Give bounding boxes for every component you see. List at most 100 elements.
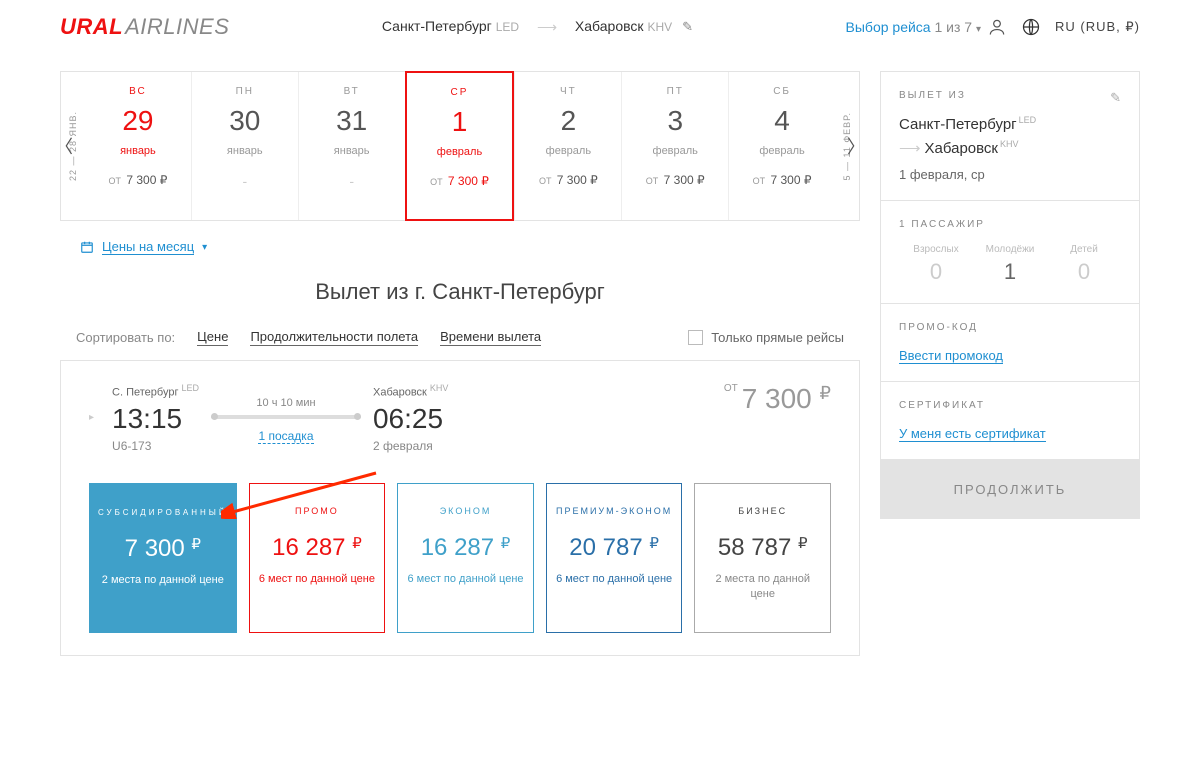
fare-econ[interactable]: Эконом16 287 ₽6 мест по данной цене <box>397 483 534 633</box>
fare-prem[interactable]: Премиум-Эконом 20 787 ₽ 6 мест по данной ц… <box>546 483 683 633</box>
arr-city: Хабаровск <box>373 387 427 399</box>
step-count: 1 из 7 <box>934 19 972 35</box>
date-price: от 7 300 ₽ <box>109 173 168 187</box>
fare-sub[interactable]: Субсидированный7 300 ₽2 места по данной … <box>89 483 237 633</box>
calendar-icon <box>80 240 94 254</box>
panel-pax: 1 Пассажир Взрослых0Молодёжи1Детей0 <box>880 201 1140 304</box>
price-value: 7 300 <box>742 383 812 414</box>
promo-link[interactable]: Ввести промокод <box>899 348 1003 364</box>
date-day: 30 <box>229 105 260 137</box>
panel-cert-title: Сертификат <box>899 400 1121 411</box>
fare-price: 7 300 ₽ <box>125 535 201 563</box>
date-day: 31 <box>336 105 367 137</box>
logo[interactable]: URALAIRLINES <box>60 14 229 40</box>
arrow-icon: ⟶ <box>537 19 557 36</box>
dep-code: LED <box>181 383 199 393</box>
side-from-code: LED <box>1019 115 1037 125</box>
dep-time: 13:15 <box>112 403 199 435</box>
date-price: от 7 300 ₽ <box>430 174 489 188</box>
month-prices-link[interactable]: Цены на месяц ▾ <box>80 239 860 255</box>
fare-biz[interactable]: Бизнес58 787 ₽2 места по данной цене <box>694 483 831 633</box>
pencil-icon[interactable]: ✎ <box>682 19 693 34</box>
direct-only-checkbox[interactable]: Только прямые рейсы <box>688 330 844 345</box>
user-icon[interactable] <box>987 17 1007 37</box>
chevron-right-icon: 〉 <box>847 133 865 159</box>
direct-only-label: Только прямые рейсы <box>711 330 844 345</box>
fare-note: 6 мест по данной цене <box>407 572 523 587</box>
duration-col: 10 ч 10 мин 1 посадка <box>211 383 361 443</box>
continue-button[interactable]: Продолжить <box>880 460 1140 519</box>
fare-name: Эконом <box>440 506 492 516</box>
chevron-left-icon: 〈 <box>55 133 73 159</box>
date-cell[interactable]: ЧТ2февральот 7 300 ₽ <box>514 72 621 220</box>
pax-count: 1 <box>973 259 1047 285</box>
date-cell[interactable]: СБ4февральот 7 300 ₽ <box>728 72 835 220</box>
date-day: 3 <box>667 105 683 137</box>
sort-label: Сортировать по: <box>76 330 175 345</box>
date-cell[interactable]: ВС29январьот 7 300 ₽ <box>85 72 191 220</box>
date-dow: ВТ <box>344 86 360 97</box>
panel-promo-title: Промо-код <box>899 322 1121 333</box>
departure-col: С. ПетербургLED 13:15 U6-173 <box>112 383 199 453</box>
sort-time[interactable]: Времени вылета <box>440 329 541 346</box>
globe-icon[interactable] <box>1021 17 1041 37</box>
fare-price: 20 787 ₽ <box>569 534 659 562</box>
date-day: 4 <box>774 105 790 137</box>
route-to-code: KHV <box>648 20 673 34</box>
side-to: Хабаровск <box>925 140 998 157</box>
arr-code: KHV <box>430 383 449 393</box>
pax-label: Детей <box>1047 244 1121 255</box>
date-carousel: 22 — 28 янв. 〈 ВС29январьот 7 300 ₽ПН30я… <box>60 71 860 221</box>
date-month: февраль <box>653 145 698 157</box>
date-dow: ВС <box>129 86 147 97</box>
arrow-icon: ⟶ <box>899 139 921 157</box>
header: URALAIRLINES Санкт-Петербург LED ⟶ Хабаро… <box>0 0 1200 55</box>
date-month: январь <box>227 145 263 157</box>
stops-link[interactable]: 1 посадка <box>258 429 313 444</box>
arrival-col: ХабаровскKHV 06:25 2 февраля <box>373 383 448 453</box>
fare-note: 6 мест по данной цене <box>259 572 375 587</box>
panel-promo: Промо-код Ввести промокод <box>880 304 1140 382</box>
date-no-price: - <box>349 173 354 189</box>
panel-route: ✎ Вылет из Санкт-ПетербургLED ⟶Хабаровск… <box>880 71 1140 201</box>
header-route: Санкт-Петербург LED ⟶ Хабаровск KHV ✎ <box>229 18 845 36</box>
route-to: Хабаровск <box>575 18 644 34</box>
date-dow: СР <box>451 87 469 98</box>
date-month: февраль <box>759 145 804 157</box>
price-prefix: от <box>724 383 738 394</box>
dates-prev[interactable]: 22 — 28 янв. 〈 <box>61 72 85 220</box>
chevron-down-icon: ▾ <box>976 24 981 35</box>
locale-label[interactable]: RU (RUB, ₽) <box>1055 19 1140 35</box>
date-month: февраль <box>546 145 591 157</box>
fare-options: Субсидированный7 300 ₽2 места по данной … <box>89 483 831 633</box>
date-cell[interactable]: ВТ31январь- <box>298 72 405 220</box>
cert-link[interactable]: У меня есть сертификат <box>899 426 1046 442</box>
pax-label: Молодёжи <box>973 244 1047 255</box>
flight-price: от 7 300 ₽ <box>724 383 831 415</box>
ruble-icon: ₽ <box>820 383 831 403</box>
sort-duration[interactable]: Продолжительности полета <box>250 329 418 346</box>
pax-col: Молодёжи 1 <box>973 244 1047 285</box>
fare-note: 6 мест по данной цене <box>556 572 672 587</box>
date-dow: СБ <box>773 86 791 97</box>
fare-price: 58 787 ₽ <box>718 534 808 562</box>
duration: 10 ч 10 мин <box>211 397 361 409</box>
date-price: от 7 300 ₽ <box>539 173 598 187</box>
dates-next[interactable]: 5 — 11 февр. 〉 <box>835 72 859 220</box>
pencil-icon[interactable]: ✎ <box>1110 90 1121 106</box>
date-price: от 7 300 ₽ <box>646 173 705 187</box>
route-from: Санкт-Петербург <box>382 18 492 34</box>
step-label: Выбор рейса <box>846 19 931 35</box>
sort-price[interactable]: Цене <box>197 329 228 346</box>
date-cell[interactable]: СР1февральот 7 300 ₽ <box>405 71 515 221</box>
date-cell[interactable]: ПТ3февральот 7 300 ₽ <box>621 72 728 220</box>
panel-pax-title: 1 Пассажир <box>899 219 1121 230</box>
date-day: 29 <box>122 105 153 137</box>
fare-name: Премиум-Эконом <box>556 506 672 516</box>
pax-col: Детей0 <box>1047 244 1121 285</box>
date-cell[interactable]: ПН30январь- <box>191 72 298 220</box>
step-indicator[interactable]: Выбор рейса 1 из 7 ▾ <box>846 19 981 35</box>
route-from-code: LED <box>496 20 519 34</box>
fare-promo[interactable]: Промо16 287 ₽6 мест по данной цене <box>249 483 386 633</box>
expand-icon[interactable]: ▸ <box>89 412 94 423</box>
